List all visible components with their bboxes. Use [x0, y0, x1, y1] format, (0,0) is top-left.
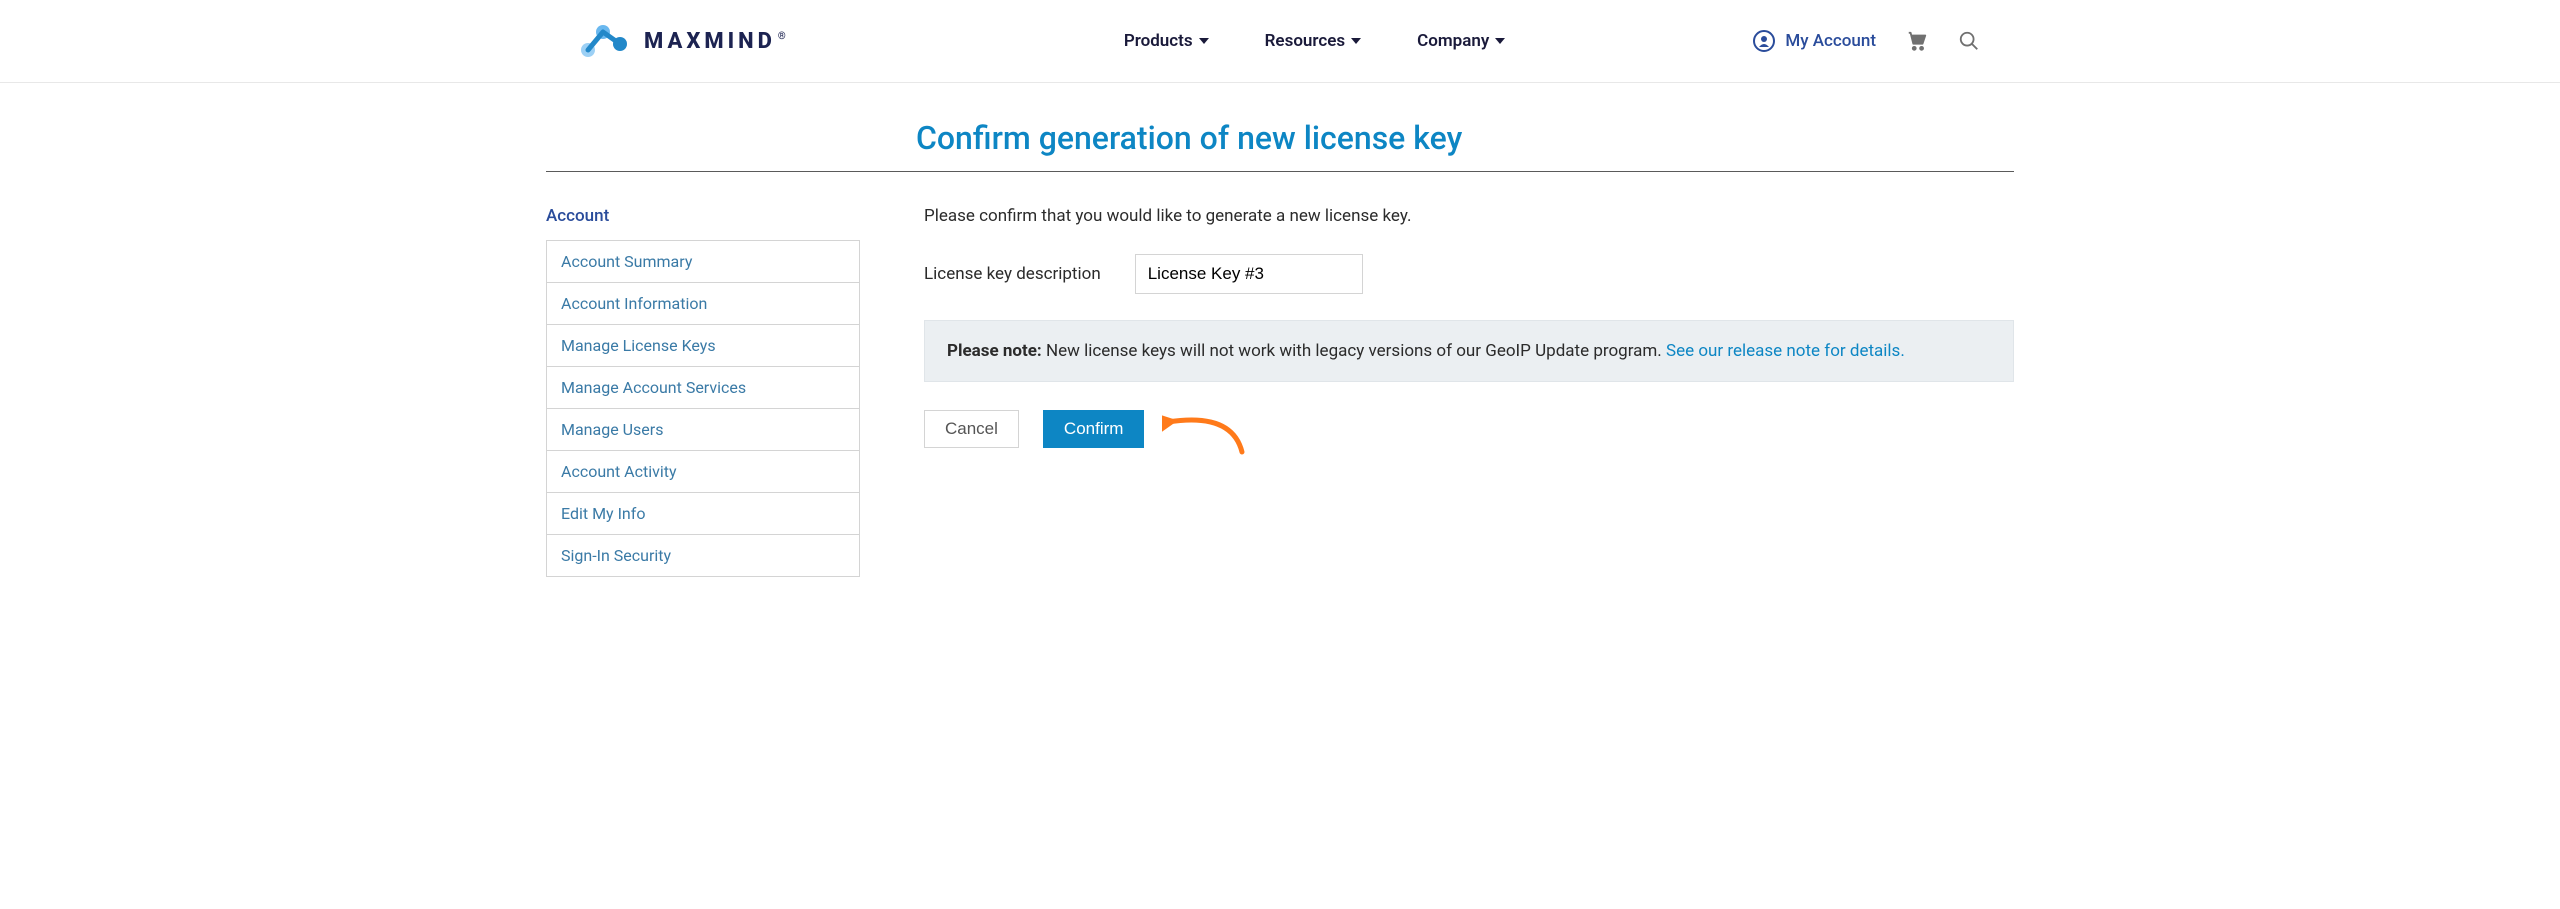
sidebar-item-editinfo[interactable]: Edit My Info: [547, 493, 859, 535]
sidebar-item-summary[interactable]: Account Summary: [547, 241, 859, 283]
sidebar-item-info[interactable]: Account Information: [547, 283, 859, 325]
sidebar-item-security[interactable]: Sign-In Security: [547, 535, 859, 577]
top-nav: MAXMIND® Products Resources Company My A…: [0, 0, 2560, 83]
chevron-down-icon: [1495, 38, 1505, 44]
nav-company-label: Company: [1417, 31, 1489, 51]
sidebar-item-label: Edit My Info: [547, 493, 859, 534]
nav-products[interactable]: Products: [1124, 31, 1209, 51]
sidebar-item-label: Account Information: [547, 283, 859, 324]
sidebar-title: Account: [546, 206, 860, 226]
description-input[interactable]: [1135, 254, 1363, 294]
sidebar-item-label: Manage Account Services: [547, 367, 859, 408]
sidebar-item-activity[interactable]: Account Activity: [547, 451, 859, 493]
my-account-label: My Account: [1785, 31, 1876, 51]
sidebar-item-label: Account Activity: [547, 451, 859, 492]
nav-products-label: Products: [1124, 31, 1193, 51]
logo-text: MAXMIND®: [644, 29, 786, 54]
cart-icon[interactable]: [1906, 30, 1928, 52]
sidebar-item-label: Manage Users: [547, 409, 859, 450]
chevron-down-icon: [1199, 38, 1209, 44]
sidebar-item-users[interactable]: Manage Users: [547, 409, 859, 451]
sidebar-item-label: Sign-In Security: [547, 535, 859, 576]
sidebar-item-services[interactable]: Manage Account Services: [547, 367, 859, 409]
sidebar-item-label: Manage License Keys: [547, 325, 859, 366]
main-content: Please confirm that you would like to ge…: [924, 206, 2014, 577]
nav-resources[interactable]: Resources: [1265, 31, 1362, 51]
notice-link[interactable]: See our release note for details.: [1666, 341, 1905, 361]
lead-text: Please confirm that you would like to ge…: [924, 206, 2014, 226]
description-label: License key description: [924, 264, 1101, 284]
button-row: Cancel Confirm: [924, 410, 2014, 448]
sidebar: Account Account Summary Account Informat…: [546, 206, 860, 577]
notice-text: New license keys will not work with lega…: [1042, 341, 1666, 361]
logo[interactable]: MAXMIND®: [580, 24, 786, 58]
search-icon[interactable]: [1958, 30, 1980, 52]
nav-center: Products Resources Company: [904, 31, 1726, 51]
nav-right: My Account: [1753, 30, 1980, 52]
cancel-button[interactable]: Cancel: [924, 410, 1019, 448]
notice-box: Please note: New license keys will not w…: [924, 320, 2014, 382]
nav-resources-label: Resources: [1265, 31, 1346, 51]
notice-bold: Please note:: [947, 341, 1042, 361]
page-title: Confirm generation of new license key: [916, 119, 2014, 157]
confirm-button[interactable]: Confirm: [1043, 410, 1145, 448]
sidebar-item-license[interactable]: Manage License Keys: [547, 325, 859, 367]
my-account-link[interactable]: My Account: [1753, 30, 1876, 52]
nav-company[interactable]: Company: [1417, 31, 1505, 51]
user-icon: [1753, 30, 1775, 52]
logo-icon: [580, 24, 630, 58]
sidebar-list: Account Summary Account Information Mana…: [546, 240, 860, 577]
chevron-down-icon: [1351, 38, 1361, 44]
sidebar-item-label: Account Summary: [547, 241, 859, 282]
description-row: License key description: [924, 254, 2014, 294]
annotation-arrow-icon: [1162, 402, 1252, 458]
